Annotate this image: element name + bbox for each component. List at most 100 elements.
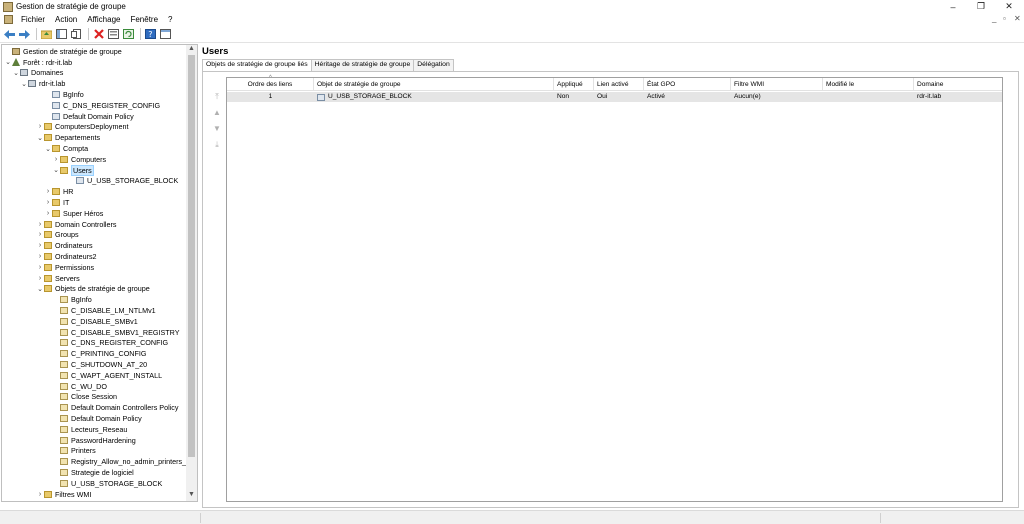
tree-item[interactable]: C_DISABLE_SMBv1 [52,316,138,327]
tree-item[interactable]: › Groups [36,230,79,241]
mdi-close-button[interactable]: ✕ [1014,14,1021,23]
tree-item[interactable]: ⌄ Users [52,164,94,176]
collapse-chevron-icon[interactable]: ⌄ [36,134,44,142]
tree-item[interactable]: ⌄ Forêt : rdr-it.lab [4,57,72,68]
tree-item[interactable]: PasswordHardening [52,435,136,446]
expand-chevron-icon[interactable]: › [44,188,52,195]
column-header-link-order[interactable]: Ordre des liens [227,78,314,91]
restore-button[interactable]: ❐ [966,0,996,13]
help-icon[interactable]: ? [144,28,157,41]
tree-item[interactable]: Lecteurs_Reseau [52,424,127,435]
tree-item[interactable]: BgInfo [52,294,92,305]
tree-scrollbar[interactable]: ▲ ▼ [186,45,197,501]
back-icon[interactable] [3,28,16,41]
column-header-wmi-filter[interactable]: Filtre WMI [731,78,823,91]
tree-item[interactable]: › ComputersDeployment [36,122,129,133]
expand-chevron-icon[interactable]: › [36,264,44,271]
tree-item[interactable]: Strategie de logiciel [52,467,134,478]
table-row[interactable]: 1 U_USB_STORAGE_BLOCK Non Oui Activé Auc… [227,92,1002,102]
tree-item[interactable]: › Filtres WMI [36,489,92,500]
tree-item[interactable]: › HR [44,186,74,197]
tree-item[interactable]: › Ordinateurs2 [36,251,97,262]
console-menu-icon[interactable] [4,15,13,24]
column-header-modified[interactable]: Modifié le [823,78,914,91]
expand-chevron-icon[interactable]: › [36,242,44,249]
tree-item[interactable]: › IT [44,197,70,208]
menu-help[interactable]: ? [163,15,177,24]
menu-fenetre[interactable]: Fenêtre [125,15,163,24]
expand-chevron-icon[interactable]: › [36,275,44,282]
tree-item[interactable]: Default Domain Controllers Policy [52,402,178,413]
expand-chevron-icon[interactable]: › [36,253,44,260]
refresh-icon[interactable] [122,28,135,41]
tree-item[interactable]: › Computers [52,154,106,165]
expand-chevron-icon[interactable]: › [36,221,44,228]
tree-item[interactable]: ⌄ Departements [36,132,100,143]
column-header-link-enabled[interactable]: Lien activé [594,78,644,91]
forward-icon[interactable] [18,28,31,41]
tree-item[interactable]: C_DISABLE_LM_NTLMv1 [52,305,156,316]
column-header-enforced[interactable]: Appliqué [554,78,594,91]
tree-item[interactable]: › Ordinateurs [36,240,93,251]
collapse-chevron-icon[interactable]: ⌄ [44,145,52,153]
tree-item[interactable]: C_SHUTDOWN_AT_20 [52,359,147,370]
mdi-minimize-button[interactable]: _ [992,14,996,23]
console-view-icon[interactable] [159,28,172,41]
tab-delegation[interactable]: Délégation [413,59,454,71]
tree-item[interactable]: › Servers [36,273,80,284]
tree-item[interactable]: C_PRINTING_CONFIG [52,348,146,359]
tree-item[interactable]: ⌄ Compta [44,143,88,154]
column-header-gpo-status[interactable]: État GPO [644,78,731,91]
tree-item[interactable]: Registry_Allow_no_admin_printers_c [52,456,190,467]
expand-chevron-icon[interactable]: › [52,156,60,163]
menu-affichage[interactable]: Affichage [82,15,125,24]
scroll-down-icon[interactable]: ▼ [186,491,197,501]
collapse-chevron-icon[interactable]: ⌄ [36,285,44,293]
copy-icon[interactable] [70,28,83,41]
tree-item[interactable]: › Super Héros [44,208,104,219]
collapse-chevron-icon[interactable]: ⌄ [52,166,60,174]
expand-chevron-icon[interactable]: › [44,199,52,206]
properties-icon[interactable] [107,28,120,41]
tree-item[interactable]: ⌄ Objets de stratégie de groupe [36,284,150,295]
delete-icon[interactable] [92,28,105,41]
scroll-up-icon[interactable]: ▲ [186,45,197,55]
move-to-bottom-icon[interactable]: ⤓ [211,140,223,156]
tree-item[interactable]: C_DISABLE_SMBV1_REGISTRY [52,327,180,338]
collapse-chevron-icon[interactable]: ⌄ [20,80,28,88]
expand-chevron-icon[interactable]: › [36,123,44,130]
mdi-restore-button[interactable]: ▫ [1003,14,1006,23]
move-down-icon[interactable]: ▼ [211,124,223,140]
tree-item[interactable]: ⌄ rdr-it.lab [20,78,65,89]
close-button[interactable]: ✕ [994,0,1024,13]
tree-item[interactable]: Default Domain Policy [52,413,142,424]
up-folder-icon[interactable] [40,28,53,41]
tree-item[interactable]: › Permissions [36,262,94,273]
tree-item[interactable]: Printers [52,446,96,457]
minimize-button[interactable]: – [938,0,968,13]
collapse-chevron-icon[interactable]: ⌄ [4,58,12,66]
tree-item[interactable]: ⌄ Domaines [12,68,63,79]
tree-item[interactable]: C_WU_DO [52,381,107,392]
tree-item[interactable]: Gestion de stratégie de groupe [4,46,122,57]
tree-item[interactable]: U_USB_STORAGE_BLOCK [68,176,178,187]
tree-item[interactable]: BgInfo [44,89,84,100]
tree-item[interactable]: C_DNS_REGISTER_CONFIG [44,100,160,111]
tree-item[interactable]: Close Session [52,392,117,403]
expand-chevron-icon[interactable]: › [36,491,44,498]
column-header-domain[interactable]: Domaine [914,78,1002,91]
tree-item[interactable]: C_DNS_REGISTER_CONFIG [52,338,168,349]
show-hide-tree-icon[interactable] [55,28,68,41]
tree-item[interactable]: U_USB_STORAGE_BLOCK [52,478,162,489]
tree-item[interactable]: C_WAPT_AGENT_INSTALL [52,370,162,381]
scrollbar-thumb[interactable] [188,55,195,457]
tree-item[interactable]: › Domain Controllers [36,219,117,230]
tree-item[interactable]: Default Domain Policy [44,111,134,122]
menu-fichier[interactable]: Fichier [16,15,50,24]
move-up-icon[interactable]: ▲ [211,108,223,124]
tab-gpo-inheritance[interactable]: Héritage de stratégie de groupe [310,59,415,71]
collapse-chevron-icon[interactable]: ⌄ [12,69,20,77]
move-to-top-icon[interactable]: ⤒ [211,92,223,108]
expand-chevron-icon[interactable]: › [36,231,44,238]
expand-chevron-icon[interactable]: › [44,210,52,217]
